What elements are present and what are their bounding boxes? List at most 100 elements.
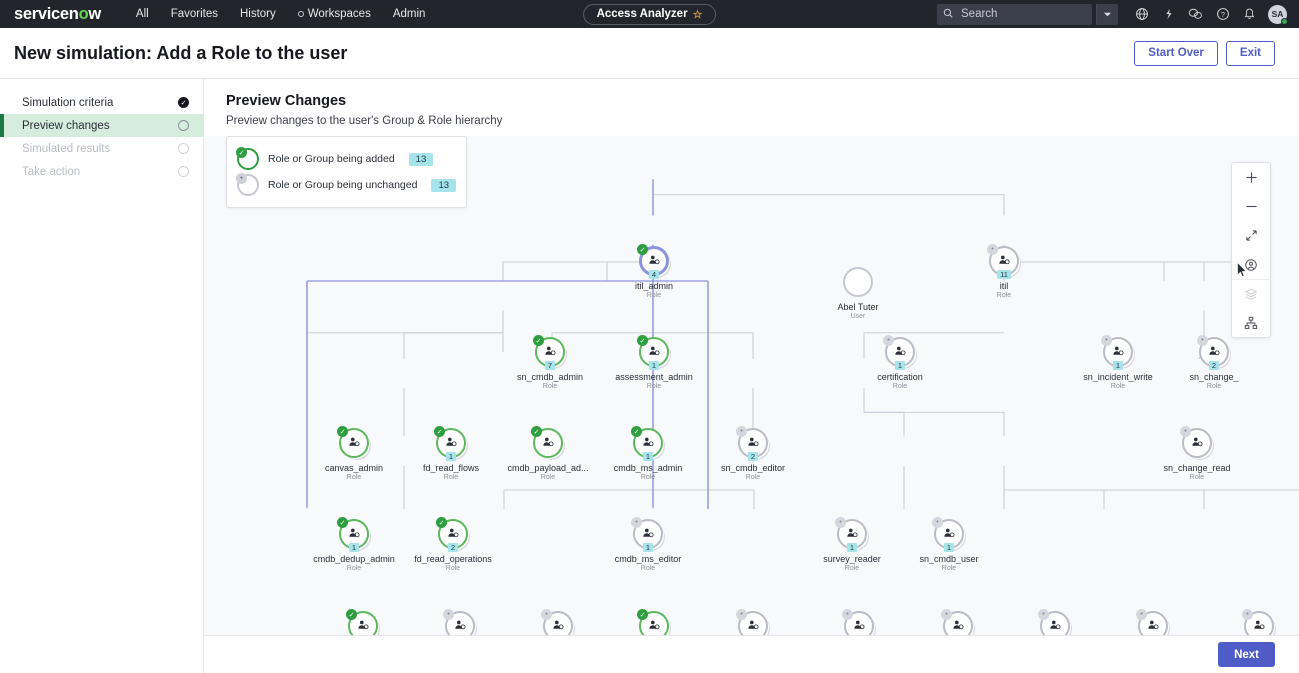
node-label: itil [999, 281, 1009, 291]
graph-node-sn_change_read[interactable]: • sn_change_read Role [1150, 426, 1244, 481]
node-circle: •1 [1038, 609, 1070, 635]
help-icon[interactable]: ? [1209, 0, 1236, 28]
hierarchy-graph-canvas[interactable]: Abel Tuter User ✓ 4 itil_admin Role • 11 itil R… [204, 136, 1299, 635]
graph-node-leaf1[interactable]: ✓1 [316, 609, 410, 635]
check-badge-icon: ✓ [434, 426, 445, 437]
nav-item-all[interactable]: All [125, 0, 160, 28]
node-circle: •1 [1242, 609, 1274, 635]
graph-node-leaf8[interactable]: •1 [1008, 609, 1102, 635]
app-name-pill[interactable]: Access Analyzer ☆ [582, 3, 717, 25]
graph-node-fd_read_operations[interactable]: ✓ 2 fd_read_operations Role [406, 517, 500, 572]
graph-node-itil_admin[interactable]: ✓ 4 itil_admin Role [607, 244, 701, 299]
globe-icon[interactable] [1128, 0, 1155, 28]
node-sublabel: Role [346, 565, 362, 572]
role-person-icon [445, 619, 475, 633]
notifications-bell-icon[interactable] [1236, 0, 1263, 28]
center-target-icon[interactable] [1232, 250, 1270, 279]
node-label: survey_reader [823, 554, 881, 564]
graph-node-fd_read_flows[interactable]: ✓ 1 fd_read_flows Role [404, 426, 498, 481]
graph-node-leaf2[interactable]: • [413, 609, 507, 635]
start-over-button[interactable]: Start Over [1134, 40, 1218, 66]
graph-node-sn_cmdb_user[interactable]: • 1 sn_cmdb_user Role [902, 517, 996, 572]
sidebar-item-preview-changes[interactable]: Preview changes [0, 114, 203, 137]
dot-badge-icon: • [736, 609, 747, 620]
search-input[interactable] [959, 7, 1086, 21]
node-circle: ✓ 7 [533, 335, 565, 370]
favorite-star-icon[interactable]: ☆ [693, 8, 703, 21]
layers-icon[interactable] [1232, 279, 1270, 308]
dot-badge-icon: • [842, 609, 853, 620]
node-sublabel: Role [1189, 474, 1205, 481]
graph-node-survey_reader[interactable]: • 1 survey_reader Role [805, 517, 899, 572]
sidebar-item-preview-changes-label: Preview changes [22, 119, 110, 132]
exit-button[interactable]: Exit [1225, 40, 1275, 66]
graph-node-assessment_admin[interactable]: ✓ 1 assessment_admin Role [607, 335, 701, 390]
graph-node-leaf7[interactable]: •1 [911, 609, 1005, 635]
node-circle: ✓1 [346, 609, 378, 635]
nav-item-favorites[interactable]: Favorites [160, 0, 229, 28]
graph-node-sn_cmdb_editor[interactable]: • 2 sn_cmdb_editor Role [706, 426, 800, 481]
fit-to-screen-icon[interactable] [1232, 221, 1270, 250]
role-person-icon [533, 436, 563, 450]
graph-node-leaf10[interactable]: •1 [1212, 609, 1299, 635]
node-circle: ✓1 [637, 609, 669, 635]
legend-added-circle-icon: ✓ [236, 147, 259, 170]
section-title: Preview Changes [226, 93, 347, 109]
graph-node-cmdb_ms_admin[interactable]: ✓ 1 cmdb_ms_admin Role [601, 426, 695, 481]
node-label: fd_read_flows [422, 463, 480, 473]
graph-node-leaf5[interactable]: •1 [706, 609, 800, 635]
next-button[interactable]: Next [1218, 642, 1275, 667]
zoom-in-icon[interactable] [1232, 163, 1270, 192]
hierarchy-layout-icon[interactable] [1232, 308, 1270, 337]
graph-node-sn_cmdb_admin[interactable]: ✓ 7 sn_cmdb_admin Role [503, 335, 597, 390]
graph-node-canvas_admin[interactable]: ✓ canvas_admin Role [307, 426, 401, 481]
graph-node-certification[interactable]: • 1 certification Role [853, 335, 947, 390]
node-sublabel: Role [892, 383, 908, 390]
node-count-badge: 4 [648, 270, 660, 279]
global-search[interactable] [937, 3, 1092, 25]
graph-node-itil[interactable]: • 11 itil Role [957, 244, 1051, 299]
circle-outline-icon [297, 10, 304, 17]
graph-node-cmdb_ms_editor[interactable]: • 1 cmdb_ms_editor Role [601, 517, 695, 572]
role-person-icon [339, 527, 369, 541]
graph-node-leaf4[interactable]: ✓1 [607, 609, 701, 635]
plugin-icon[interactable] [1155, 0, 1182, 28]
graph-root-node[interactable]: Abel Tuter User [803, 267, 913, 320]
node-sublabel: Role [646, 383, 662, 390]
app-name-label: Access Analyzer [596, 8, 688, 20]
zoom-out-icon[interactable] [1232, 192, 1270, 221]
node-circle: •1 [1136, 609, 1168, 635]
node-count-badge: 1 [1112, 361, 1124, 370]
legend-unchanged-count: 13 [431, 178, 457, 192]
sidebar-item-take-action: Take action [0, 160, 203, 183]
graph-node-sn_incident_write[interactable]: • 1 sn_incident_write Role [1071, 335, 1165, 390]
graph-node-leaf9[interactable]: •1 [1106, 609, 1200, 635]
logo-text-2: w [88, 4, 101, 23]
nav-item-workspaces[interactable]: Workspaces [287, 0, 382, 28]
graph-node-cmdb_dedup_admin[interactable]: ✓ 1 cmdb_dedup_admin Role [307, 517, 401, 572]
node-count-badge: 2 [747, 452, 759, 461]
avatar[interactable]: SA [1268, 4, 1288, 25]
graph-node-leaf3[interactable]: •1 [511, 609, 605, 635]
search-scope-dropdown[interactable] [1096, 3, 1118, 25]
servicenow-logo[interactable]: servicen o w [14, 5, 101, 24]
sidebar-item-simulated-results: Simulated results [0, 137, 203, 160]
step-current-circle-icon [178, 120, 189, 131]
graph-viewport[interactable]: Abel Tuter User ✓ 4 itil_admin Role • 11 itil R… [204, 136, 1299, 635]
graph-node-sn_change_write[interactable]: • 2 sn_change_ Role [1167, 335, 1261, 390]
node-circle: •1 [941, 609, 973, 635]
graph-node-cmdb_payload_ad[interactable]: ✓ cmdb_payload_ad... Role [501, 426, 595, 481]
nav-item-history[interactable]: History [229, 0, 287, 28]
sidebar-item-simulation-criteria[interactable]: Simulation criteria ✓ [0, 91, 203, 114]
conversations-icon[interactable] [1182, 0, 1209, 28]
graph-node-leaf6[interactable]: •1 [812, 609, 906, 635]
role-person-icon [885, 345, 915, 359]
root-node-label: Abel Tuter [837, 302, 879, 312]
step-complete-check-icon: ✓ [178, 97, 189, 108]
node-sublabel: Role [640, 565, 656, 572]
nav-item-admin[interactable]: Admin [382, 0, 437, 28]
avatar-initials: SA [1271, 9, 1284, 19]
dot-badge-icon: • [987, 244, 998, 255]
node-circle: ✓ [531, 426, 563, 458]
nav-item-history-label: History [239, 8, 276, 20]
